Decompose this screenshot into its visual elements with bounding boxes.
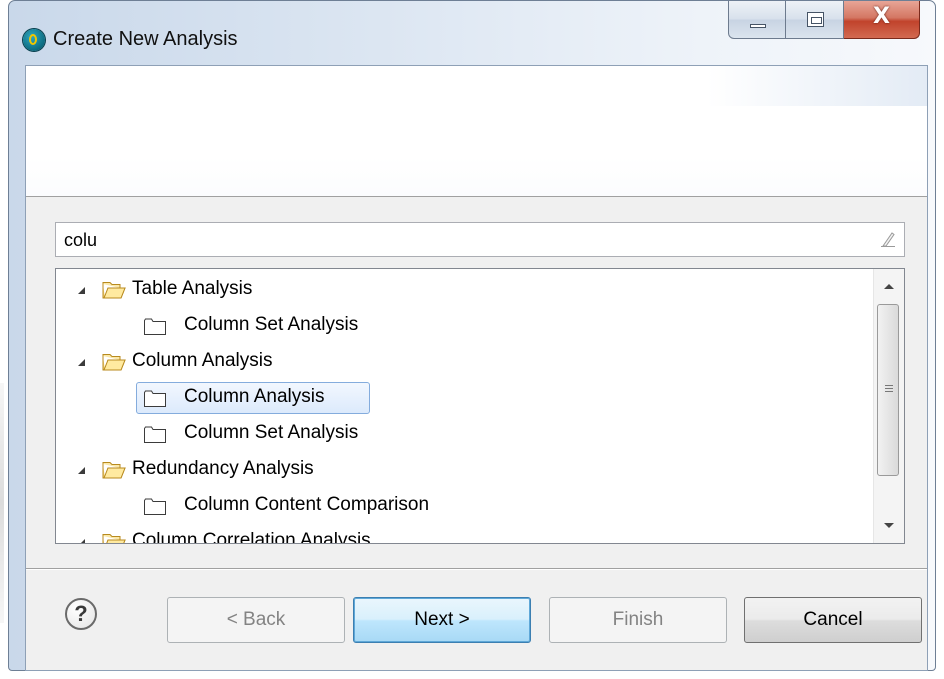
close-icon: X xyxy=(873,4,890,29)
tree-folder-label: Redundancy Analysis xyxy=(132,458,314,479)
grip-line xyxy=(885,385,893,386)
next-button[interactable]: Next > xyxy=(353,597,531,643)
analysis-type-tree[interactable]: Table Analysis Column Set Analysis Column … xyxy=(55,268,905,544)
minimize-button[interactable] xyxy=(728,1,786,39)
tree-folder-row[interactable]: Column Correlation Analysis xyxy=(56,526,856,544)
tree-folder-row[interactable]: Column Analysis xyxy=(56,346,856,378)
tree-item-row[interactable]: Column Content Comparison xyxy=(56,490,856,522)
title-bar[interactable]: Create New Analysis X xyxy=(9,1,935,65)
clear-filter-icon[interactable] xyxy=(880,231,896,248)
maximize-button[interactable] xyxy=(786,1,844,39)
folder-outline-icon xyxy=(144,318,166,335)
tree-item-label: Column Set Analysis xyxy=(184,314,359,335)
back-button[interactable]: < Back xyxy=(167,597,345,643)
open-folder-icon xyxy=(102,532,126,543)
dialog-content: colu Table Analysis Column Set Analysis Co… xyxy=(25,65,928,671)
filter-input-value: colu xyxy=(64,230,98,250)
open-folder-icon xyxy=(102,280,126,300)
dialog-window: Create New Analysis X colu Table Analysi… xyxy=(8,0,936,671)
tree-folder-row[interactable]: Table Analysis xyxy=(56,274,856,306)
expanded-triangle-icon[interactable] xyxy=(78,467,88,477)
expanded-triangle-icon[interactable] xyxy=(78,359,88,369)
scroll-down-icon[interactable] xyxy=(884,523,894,528)
grip-line xyxy=(885,388,893,389)
tree-item-row[interactable]: Column Set Analysis xyxy=(56,418,856,450)
folder-outline-icon xyxy=(144,498,166,515)
tree-item-label: Column Analysis xyxy=(184,386,325,407)
help-button[interactable]: ? xyxy=(65,598,97,630)
expanded-triangle-icon[interactable] xyxy=(78,539,88,543)
background-edge xyxy=(0,383,4,623)
wizard-banner xyxy=(26,66,927,197)
tree-vertical-scrollbar[interactable] xyxy=(873,269,904,543)
tree-item-label: Column Set Analysis xyxy=(184,422,359,443)
talend-app-icon xyxy=(23,29,45,51)
tree-item-row[interactable]: Column Set Analysis xyxy=(56,310,856,342)
open-folder-icon xyxy=(102,460,126,480)
finish-button[interactable]: Finish xyxy=(549,597,727,643)
filter-input[interactable]: colu xyxy=(55,222,905,257)
maximize-icon xyxy=(807,12,824,27)
tree-folder-row[interactable]: Redundancy Analysis xyxy=(56,454,856,486)
tree-item-row[interactable]: Column Analysis xyxy=(56,382,856,414)
window-title: Create New Analysis xyxy=(53,28,238,50)
scrollbar-thumb[interactable] xyxy=(877,304,899,476)
grip-line xyxy=(885,391,893,392)
cancel-button[interactable]: Cancel xyxy=(744,597,922,643)
folder-outline-icon xyxy=(144,426,166,443)
scroll-up-icon[interactable] xyxy=(884,284,894,289)
tree-item-label: Column Content Comparison xyxy=(184,494,430,515)
expanded-triangle-icon[interactable] xyxy=(78,287,88,297)
tree-folder-label: Table Analysis xyxy=(132,278,253,299)
folder-outline-icon xyxy=(144,390,166,407)
window-controls: X xyxy=(728,1,920,39)
tree-folder-label: Column Analysis xyxy=(132,350,273,371)
minimize-icon xyxy=(750,24,766,28)
button-bar-divider-highlight xyxy=(26,569,927,570)
tree-folder-label: Column Correlation Analysis xyxy=(132,530,371,544)
open-folder-icon xyxy=(102,352,126,372)
close-button[interactable]: X xyxy=(844,1,920,39)
